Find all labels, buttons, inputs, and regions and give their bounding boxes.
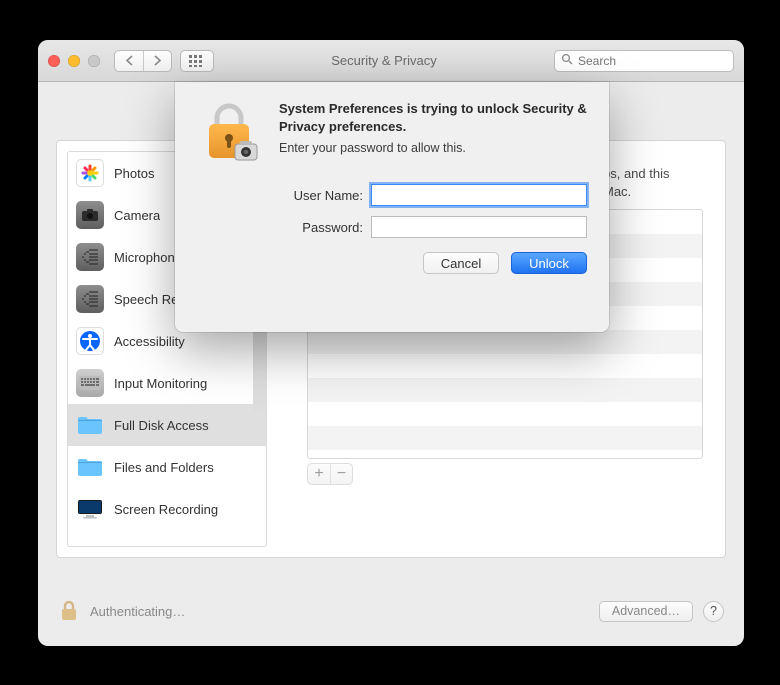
close-window-button[interactable]	[48, 55, 60, 67]
list-row	[308, 330, 702, 354]
accessibility-icon	[76, 327, 104, 355]
show-all-prefs-button[interactable]	[180, 50, 214, 72]
search-input[interactable]	[578, 54, 733, 68]
add-remove-buttons: + −	[307, 463, 353, 485]
unlock-button[interactable]: Unlock	[511, 252, 587, 274]
nav-back-forward	[114, 50, 172, 72]
password-label: Password:	[279, 220, 363, 235]
add-app-button[interactable]: +	[308, 464, 330, 484]
speech-icon	[76, 285, 104, 313]
photos-icon	[76, 159, 104, 187]
window-controls	[48, 55, 100, 67]
sidebar-item-label: Full Disk Access	[114, 418, 209, 433]
lock-status-text: Authenticating…	[90, 604, 589, 619]
sidebar-item-label: Photos	[114, 166, 154, 181]
camera-icon	[76, 201, 104, 229]
system-preferences-window: Security & Privacy	[38, 40, 744, 646]
minimize-window-button[interactable]	[68, 55, 80, 67]
zoom-window-button[interactable]	[88, 55, 100, 67]
list-row	[308, 354, 702, 378]
sidebar-item-files-folders[interactable]: Files and Folders	[68, 446, 266, 488]
pane-footer: Authenticating… Advanced… ?	[58, 596, 724, 626]
sidebar-item-full-disk-access[interactable]: Full Disk Access	[68, 404, 266, 446]
username-input[interactable]	[371, 184, 587, 206]
password-input[interactable]	[371, 216, 587, 238]
help-button[interactable]: ?	[703, 601, 724, 622]
window-toolbar: Security & Privacy	[38, 40, 744, 82]
folder-icon	[76, 453, 104, 481]
window-title: Security & Privacy	[222, 53, 546, 68]
sidebar-item-label: Input Monitoring	[114, 376, 207, 391]
nav-forward-button[interactable]	[143, 51, 171, 71]
folder-icon	[76, 411, 104, 439]
lock-icon[interactable]	[58, 598, 80, 624]
sidebar-item-label: Camera	[114, 208, 160, 223]
content-area: Photos Camera Microphone	[38, 82, 744, 646]
sidebar-item-label: Microphone	[114, 250, 182, 265]
username-label: User Name:	[279, 188, 363, 203]
sidebar-item-label: Accessibility	[114, 334, 185, 349]
list-row	[308, 402, 702, 426]
sidebar-item-screen-recording[interactable]: Screen Recording	[68, 488, 266, 530]
list-row	[308, 426, 702, 450]
auth-subtext: Enter your password to allow this.	[279, 141, 587, 155]
auth-heading: System Preferences is trying to unlock S…	[279, 100, 587, 135]
description-text-truncated: ps, and this Mac.	[603, 165, 693, 201]
cancel-button[interactable]: Cancel	[423, 252, 499, 274]
keyboard-icon	[76, 369, 104, 397]
sidebar-item-input-monitoring[interactable]: Input Monitoring	[68, 362, 266, 404]
search-icon	[561, 53, 573, 68]
search-field-wrap[interactable]	[554, 50, 734, 72]
auth-dialog: System Preferences is trying to unlock S…	[175, 82, 609, 332]
remove-app-button[interactable]: −	[330, 464, 352, 484]
sidebar-item-label: Screen Recording	[114, 502, 218, 517]
auth-lock-icon	[197, 100, 261, 164]
microphone-icon	[76, 243, 104, 271]
sidebar-item-label: Files and Folders	[114, 460, 214, 475]
display-icon	[76, 495, 104, 523]
list-row	[308, 378, 702, 402]
nav-back-button[interactable]	[115, 51, 143, 71]
advanced-button[interactable]: Advanced…	[599, 601, 693, 622]
